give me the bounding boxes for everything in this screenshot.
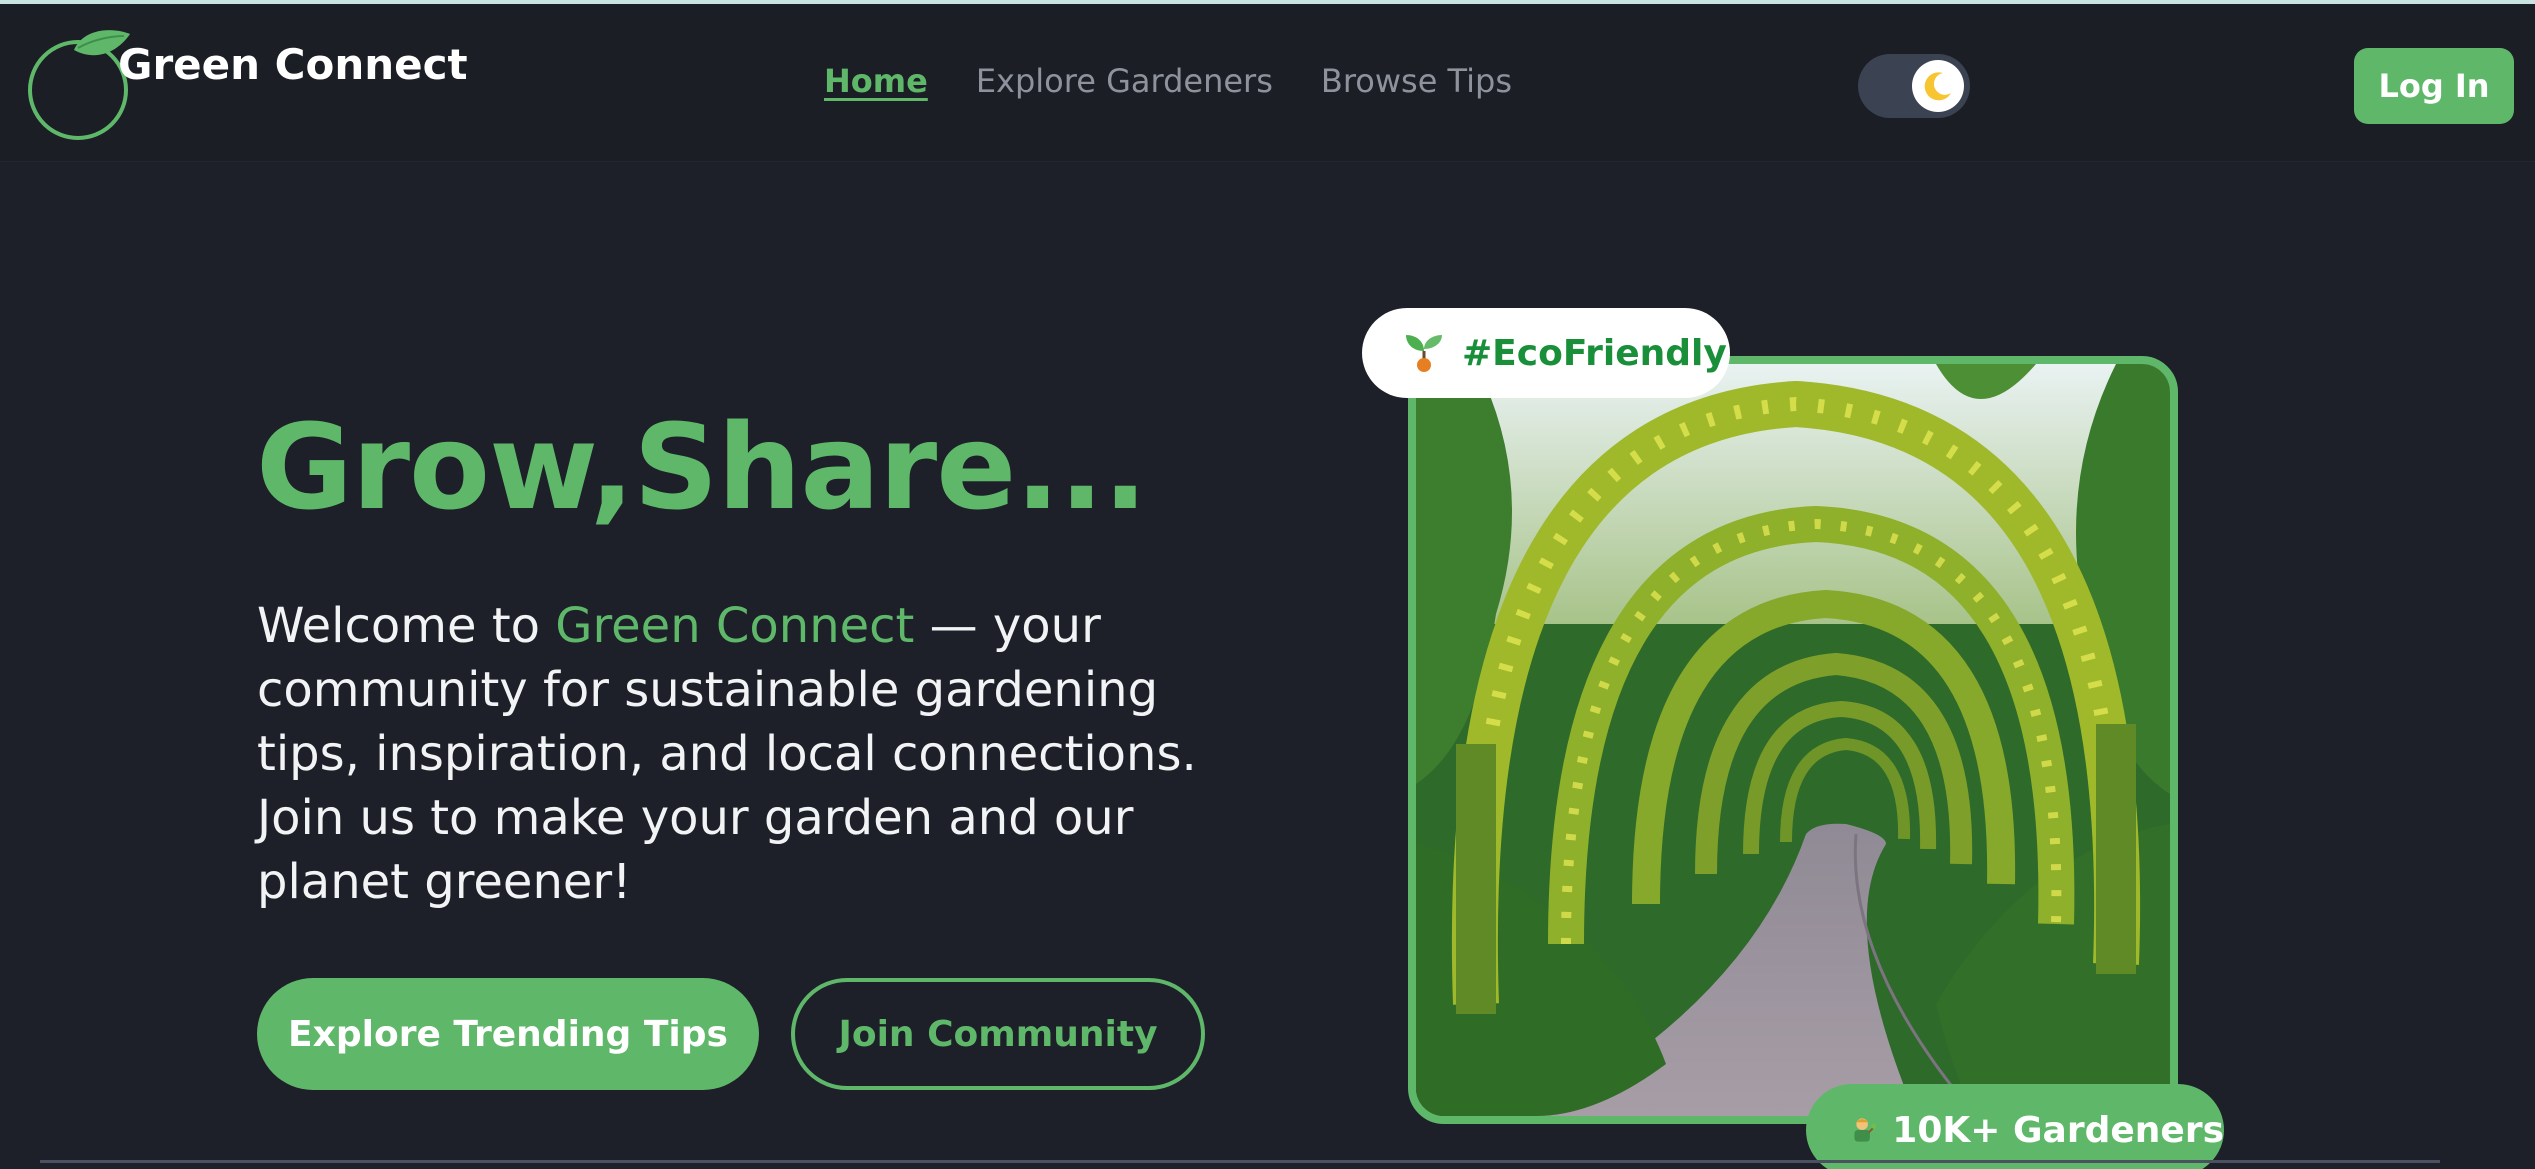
toggle-knob	[1912, 60, 1964, 112]
gardeners-count-label: 10K+ Gardeners	[1892, 1109, 2224, 1151]
theme-toggle[interactable]	[1858, 54, 1970, 118]
nav-home-link[interactable]: Home	[824, 62, 928, 100]
nav-explore-gardeners-link[interactable]: Explore Gardeners	[976, 62, 1273, 100]
eco-friendly-badge: #EcoFriendly	[1362, 308, 1730, 398]
gardener-icon	[1854, 1118, 1877, 1142]
hero-intro-prefix: Welcome to	[257, 598, 556, 654]
login-button[interactable]: Log In	[2354, 48, 2514, 124]
garden-archway-image	[1408, 356, 2178, 1124]
moon-icon	[1924, 72, 1951, 101]
join-community-button[interactable]: Join Community	[791, 978, 1205, 1090]
gardeners-count-badge: 10K+ Gardeners	[1806, 1084, 2224, 1169]
main-nav: Home Explore Gardeners Browse Tips	[824, 62, 1512, 100]
nav-browse-tips-link[interactable]: Browse Tips	[1321, 62, 1512, 100]
navbar: Green Connect Home Explore Gardeners Bro…	[0, 4, 2535, 162]
eco-friendly-badge-label: #EcoFriendly	[1462, 332, 1727, 374]
hero-intro: Welcome to Green Connect — your communit…	[257, 594, 1217, 914]
explore-trending-tips-button[interactable]: Explore Trending Tips	[257, 978, 759, 1090]
seedling-icon	[1406, 335, 1442, 372]
brand-name[interactable]: Green Connect	[118, 40, 468, 89]
section-divider	[40, 1160, 2440, 1163]
garden-archway-illustration	[1416, 364, 2170, 1116]
hero-intro-brand: Green Connect	[555, 598, 915, 654]
hero-title: Grow,Share...	[256, 398, 1148, 536]
